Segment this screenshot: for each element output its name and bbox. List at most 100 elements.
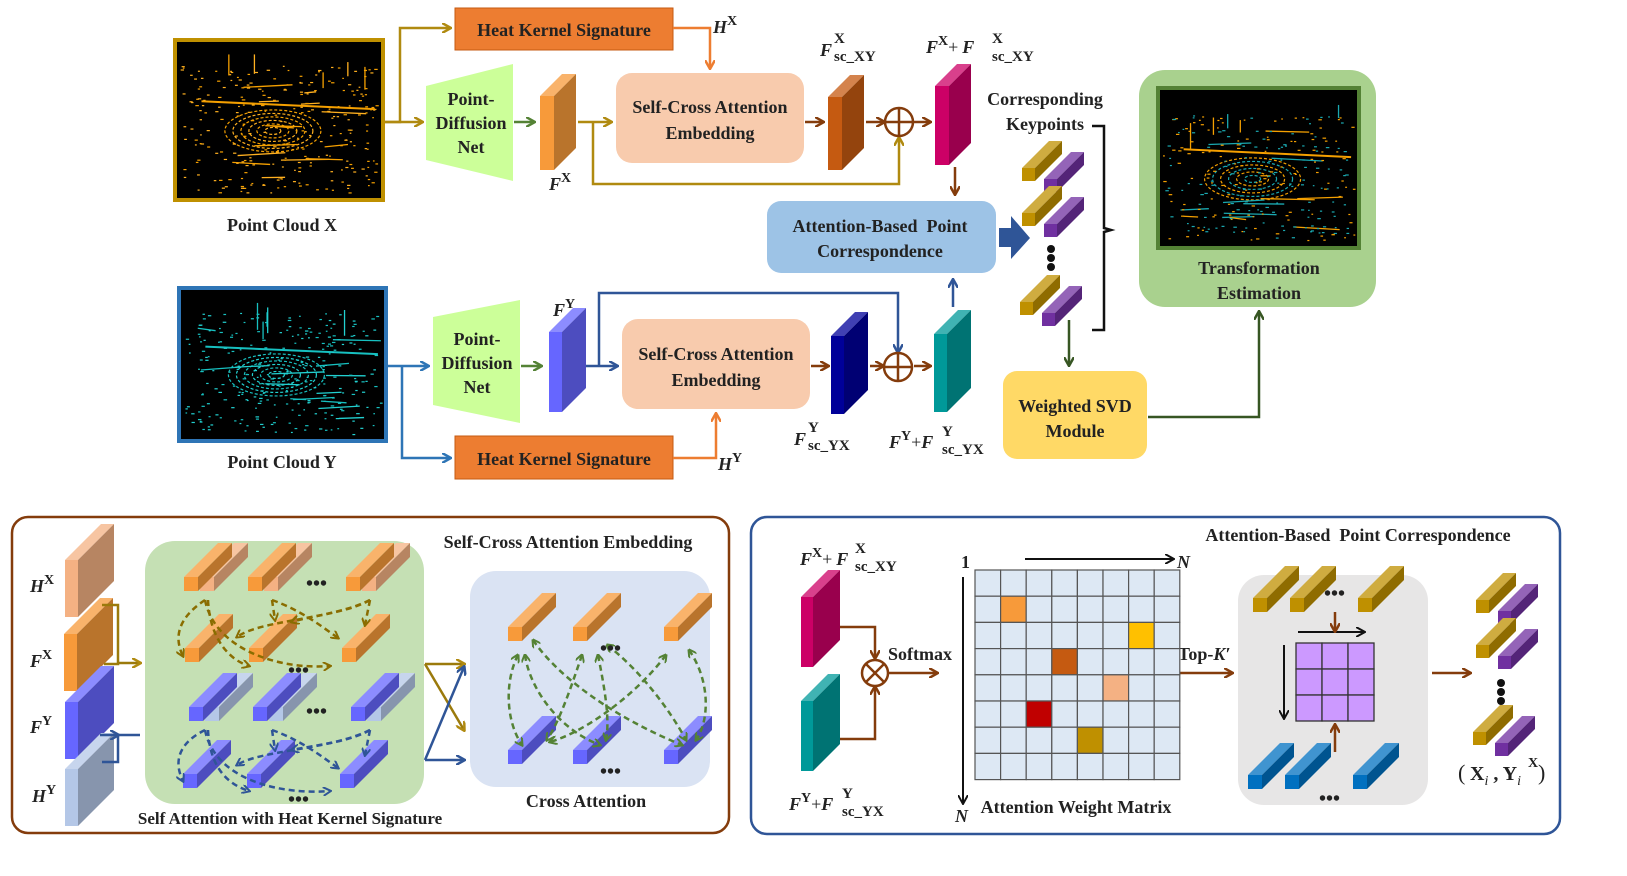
softmax-label: Softmax	[888, 644, 952, 664]
matrix-cell	[1051, 752, 1079, 781]
keypoint-pair	[1020, 275, 1082, 326]
br-fsum-yx-F: F	[788, 794, 801, 814]
topk-cell	[1321, 694, 1349, 722]
hy-Y: Y	[732, 451, 742, 466]
br-fsum-yx-sup: Y	[842, 786, 853, 802]
keypoints-bracket	[1092, 124, 1116, 332]
bl-hx-H: H	[29, 576, 45, 596]
sca-bottom-line2: Embedding	[671, 370, 760, 390]
ellipsis-vertical-top	[1047, 245, 1055, 271]
hks-bottom-label: Heat Kernel Signature	[477, 449, 651, 469]
matrix-cell	[1153, 726, 1181, 755]
matrix-one-label: 1	[961, 552, 970, 572]
fsum-xy-X: X	[938, 34, 948, 49]
abpc-line2: Correspondence	[817, 241, 943, 261]
matrix-cell	[1153, 621, 1181, 650]
matrix-cell	[974, 647, 1002, 676]
br-fsum-yx-plus: +	[811, 794, 821, 814]
feature-fsc-yx-slab	[831, 312, 868, 414]
svg-text:F: F	[819, 40, 832, 60]
matrix-cell	[999, 726, 1027, 755]
matrix-cell-highlight	[1127, 621, 1155, 650]
svg-text:HY: HY	[717, 451, 742, 474]
matrix-cell	[1153, 700, 1181, 728]
br-fsum-xy-F2: F	[835, 549, 848, 569]
fx-F: F	[548, 174, 561, 194]
fsc-xy-sub: sc_XY	[834, 49, 876, 65]
matrix-cell	[1025, 647, 1053, 676]
add-operator-top	[883, 106, 915, 138]
br-fsum-xy-F: F	[799, 549, 812, 569]
hy-H: H	[717, 454, 733, 474]
heat-kernel-signature-top: Heat Kernel Signature	[454, 7, 674, 51]
matrix-n-row-label: N	[954, 806, 969, 826]
feature-fsc-xy-slab	[828, 75, 864, 170]
fy-Y: Y	[565, 297, 575, 312]
self-attention-label: Self Attention with Heat Kernel Signatur…	[138, 809, 443, 828]
feature-fx-slab	[540, 74, 576, 170]
topk-prefix: Top-	[1178, 644, 1213, 664]
matrix-cell	[1153, 752, 1181, 781]
pdn-bottom-line3: Net	[464, 377, 491, 397]
matrix-cell	[1153, 595, 1181, 624]
point-cloud-y-label: Point Cloud Y	[227, 452, 336, 472]
wsvd-line2: Module	[1045, 421, 1104, 441]
pdn-top-line3: Net	[458, 137, 485, 157]
matrix-cell	[1051, 726, 1079, 755]
svg-text:): )	[1538, 760, 1545, 785]
br-fsum-xy-plus: +	[822, 549, 832, 569]
topk-cell	[1295, 668, 1323, 696]
matrix-cell	[999, 621, 1027, 650]
sca-bottom-line1: Self-Cross Attention	[638, 344, 793, 364]
bl-fx-X: X	[42, 648, 52, 663]
matrix-cell	[974, 621, 1002, 650]
matrix-cell	[1025, 752, 1053, 781]
fsc-yx-sup: Y	[808, 420, 819, 436]
fsum-xy-sup: X	[992, 31, 1003, 47]
matrix-cell	[1127, 595, 1155, 624]
matrix-cell	[1102, 726, 1130, 755]
pair-Y-sup: X	[1528, 756, 1538, 771]
self-cross-attention-top: Self-Cross Attention Embedding	[616, 73, 804, 163]
matrix-cell	[1127, 674, 1155, 702]
matrix-cell	[1153, 569, 1181, 597]
matrix-cell	[999, 647, 1027, 676]
point-cloud-y-image	[177, 286, 388, 443]
br-fsum-yx-Y: Y	[801, 791, 811, 806]
fx-X: X	[561, 171, 571, 186]
fsum-yx-sub: sc_YX	[942, 442, 984, 458]
matrix-cell	[1153, 674, 1181, 702]
fsum-xy-plus: +	[948, 37, 958, 57]
svg-text:FX+F: FX+ F	[925, 34, 974, 57]
point-diffusion-net-top: Point- Diffusion Net	[426, 64, 513, 181]
fsum-yx-sup: Y	[942, 424, 953, 440]
weighted-svd-module: Weighted SVD Module	[1003, 371, 1147, 459]
matrix-cell	[1051, 621, 1079, 650]
sca-panel-title: Self-Cross Attention Embedding	[444, 532, 693, 552]
matrix-cell	[1076, 752, 1104, 781]
pdn-bottom-line1: Point-	[454, 329, 501, 349]
fsc-xy-sup: X	[834, 31, 845, 47]
architecture-diagram: Point Cloud X Point Cloud Y Heat Kernel …	[10, 7, 1562, 836]
matrix-cell-highlight	[1025, 700, 1053, 728]
svg-text:FX+F: FX+ F	[799, 546, 848, 569]
abpc-line1: Attention-Based Point	[793, 216, 968, 236]
matrix-cell	[974, 674, 1002, 702]
matrix-cell	[1051, 569, 1079, 597]
matrix-cell-highlight	[999, 595, 1027, 624]
bl-ellipsis-3: •••	[306, 701, 327, 723]
topk-y-ellipsis: •••	[1319, 788, 1340, 810]
hks-top-label: Heat Kernel Signature	[477, 20, 651, 40]
bl-fx-F: F	[29, 651, 42, 671]
topk-cell	[1295, 694, 1323, 722]
fsum-yx-F: F	[888, 432, 901, 452]
br-fsum-xy-X: X	[812, 546, 822, 561]
svg-text:HX: HX	[712, 14, 737, 37]
trans-line1: Transformation	[1198, 258, 1320, 278]
matrix-cell	[1102, 752, 1130, 781]
matrix-cell	[1051, 595, 1079, 624]
self-cross-attention-bottom: Self-Cross Attention Embedding	[622, 319, 810, 409]
ellipsis-vertical-bottom	[1497, 679, 1505, 705]
fsum-yx-Y: Y	[901, 429, 911, 444]
corr-kp-line2: Keypoints	[1006, 114, 1084, 134]
